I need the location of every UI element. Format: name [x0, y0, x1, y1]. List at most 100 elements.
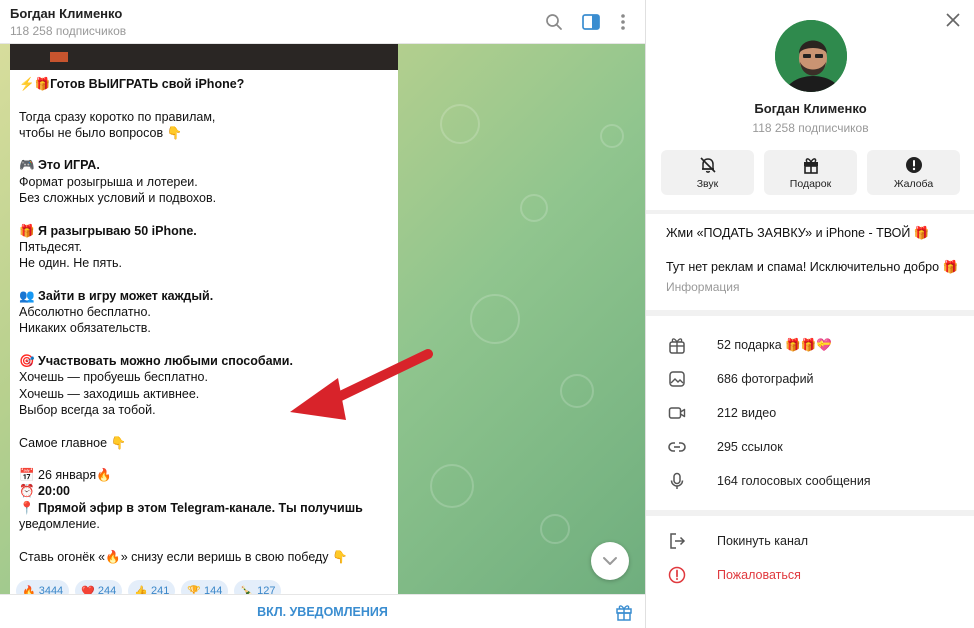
profile-header: Богдан Клименко 118 258 подписчиков Звук… [646, 0, 974, 210]
reaction-count: 127 [257, 585, 276, 594]
reaction-emoji: 🔥 [22, 585, 36, 595]
photo-icon [669, 371, 685, 387]
more-menu-icon[interactable] [612, 11, 634, 33]
reaction-chip[interactable]: 🍾 127 [234, 580, 282, 595]
channel-description: Жми «ПОДАТЬ ЗАЯВКУ» и iPhone - ТВОЙ 🎁 Ту… [646, 214, 974, 310]
chat-background: ⚡🎁Готов ВЫИГРАТЬ свой iPhone? Тогда сразу… [0, 44, 645, 594]
videos-row[interactable]: 212 видео [646, 396, 974, 430]
chat-panel: Богдан Клименко 118 258 подписчиков ⚡🎁Го… [0, 0, 645, 628]
photos-row[interactable]: 686 фотографий [646, 362, 974, 396]
message-line: ⚡🎁Готов ВЫИГРАТЬ свой iPhone? [19, 77, 245, 91]
alert-icon [906, 157, 922, 173]
search-icon[interactable] [543, 11, 565, 33]
message-line: 🎁 Я разыгрываю 50 iPhone. [19, 223, 197, 238]
reaction-count: 3444 [38, 585, 64, 594]
message-line: Никаких обязательств. [19, 321, 151, 336]
message-blank-line [19, 451, 391, 467]
reaction-chip[interactable]: ❤️ 244 [75, 580, 123, 595]
message-line: Самое главное 👇 [19, 435, 127, 450]
mute-button[interactable]: Звук [661, 150, 754, 195]
gift-box-icon [669, 338, 685, 354]
video-icon [668, 407, 686, 419]
voice-messages-row[interactable]: 164 голосовых сообщения [646, 464, 974, 498]
gift-icon[interactable] [615, 603, 633, 621]
link-icon [668, 442, 686, 452]
report-action-button[interactable]: Жалоба [867, 150, 960, 195]
chat-subscribers: 118 258 подписчиков [10, 24, 127, 38]
chat-footer: ВКЛ. УВЕДОМЛЕНИЯ [0, 594, 645, 628]
message-line: 🎯 Участвовать можно любыми способами. [19, 354, 293, 369]
message-line: 📅 26 января🔥 [19, 468, 112, 483]
chevron-down-icon [603, 557, 617, 565]
gifts-label: 52 подарка 🎁🎁💝 [717, 338, 832, 352]
message-line: Не один. Не пять. [19, 256, 122, 271]
chat-header: Богдан Клименко 118 258 подписчиков [0, 0, 645, 44]
scroll-down-button[interactable] [591, 542, 629, 580]
mute-label: Звук [696, 178, 719, 190]
channel-info-panel: Богдан Клименко 118 258 подписчиков Звук… [645, 0, 974, 628]
voice-messages-label: 164 голосовых сообщения [717, 474, 871, 488]
description-line: Жми «ПОДАТЬ ЗАЯВКУ» и iPhone - ТВОЙ 🎁 [666, 226, 930, 240]
enable-notifications-button[interactable]: ВКЛ. УВЕДОМЛЕНИЯ [0, 595, 645, 628]
channel-name: Богдан Клименко [754, 101, 867, 116]
message-line: Ставь огонёк «🔥» снизу если веришь в сво… [19, 549, 348, 564]
message-blank-line [19, 532, 391, 548]
gift-label: Подарок [789, 178, 832, 190]
reaction-chip[interactable]: 🔥 3444 [16, 580, 70, 595]
message-blank-line [19, 206, 391, 222]
reaction-emoji: 👍 [134, 585, 148, 595]
message-line: 📍 Прямой эфир в этом Telegram-канале. Ты… [19, 500, 363, 515]
gift-icon [804, 158, 818, 174]
microphone-icon [670, 472, 684, 489]
warning-icon [668, 566, 686, 584]
message-line: чтобы не было вопросов 👇 [19, 125, 183, 140]
message-blank-line [19, 141, 391, 157]
videos-label: 212 видео [717, 406, 777, 420]
message-line: 🎮 Это ИГРА. [19, 158, 100, 173]
reaction-emoji: 🏆 [187, 585, 202, 595]
reaction-chip[interactable]: 🏆 144 [181, 580, 229, 595]
message-line: Формат розыгрыша и лотереи. [19, 174, 198, 189]
channel-actions: Покинуть канал Пожаловаться [646, 516, 974, 628]
channel-post: ⚡🎁Готов ВЫИГРАТЬ свой iPhone? Тогда сразу… [10, 44, 398, 594]
leave-channel-label: Покинуть канал [717, 534, 809, 548]
sidebar-toggle-icon[interactable] [580, 11, 602, 33]
gift-button[interactable]: Подарок [764, 150, 857, 195]
message-line: ⏰ 20:00 [19, 484, 71, 499]
message-line: уведомление. [19, 517, 100, 532]
message-blank-line [19, 92, 391, 108]
exit-icon [670, 533, 686, 549]
message-line: Хочешь — заходишь активнее. [19, 386, 200, 401]
bell-off-icon [700, 157, 716, 173]
message-line: Пятьдесят. [19, 239, 83, 254]
report-channel-label: Пожаловаться [717, 568, 801, 582]
post-text: ⚡🎁Готов ВЫИГРАТЬ свой iPhone? Тогда сразу… [19, 76, 391, 565]
message-line: Хочешь — пробуешь бесплатно. [19, 370, 208, 385]
avatar[interactable] [775, 20, 847, 92]
reaction-count: 244 [97, 585, 117, 594]
reaction-count: 241 [150, 585, 170, 594]
links-label: 295 ссылок [717, 440, 783, 454]
description-label: Информация [666, 280, 740, 294]
message-line: Тогда сразу коротко по правилам, [19, 109, 216, 124]
message-blank-line [19, 337, 391, 353]
reaction-emoji: 🍾 [240, 585, 255, 595]
reaction-chip[interactable]: 👍 241 [128, 580, 176, 595]
message-blank-line [19, 272, 391, 288]
description-line: Тут нет реклам и спама! Исключительно до… [666, 260, 959, 274]
report-channel-button[interactable]: Пожаловаться [646, 558, 974, 592]
chat-title[interactable]: Богдан Клименко [10, 6, 122, 21]
reaction-bar: 🔥 3444 ❤️ 244 👍 241 🏆 144 🍾 127 [16, 580, 282, 595]
leave-channel-button[interactable]: Покинуть канал [646, 524, 974, 558]
post-image[interactable] [10, 44, 398, 70]
close-icon[interactable] [945, 12, 961, 28]
photos-label: 686 фотографий [717, 372, 814, 386]
links-row[interactable]: 295 ссылок [646, 430, 974, 464]
message-line: Абсолютно бесплатно. [19, 305, 151, 320]
shared-media-list: 52 подарка 🎁🎁💝 686 фотографий 212 видео … [646, 316, 974, 510]
message-line: Без сложных условий и подвохов. [19, 191, 217, 206]
channel-subscribers: 118 258 подписчиков [752, 121, 869, 135]
message-line: 👥 Зайти в игру может каждый. [19, 288, 214, 303]
gifts-row[interactable]: 52 подарка 🎁🎁💝 [646, 328, 974, 362]
reaction-emoji: ❤️ [81, 585, 95, 595]
